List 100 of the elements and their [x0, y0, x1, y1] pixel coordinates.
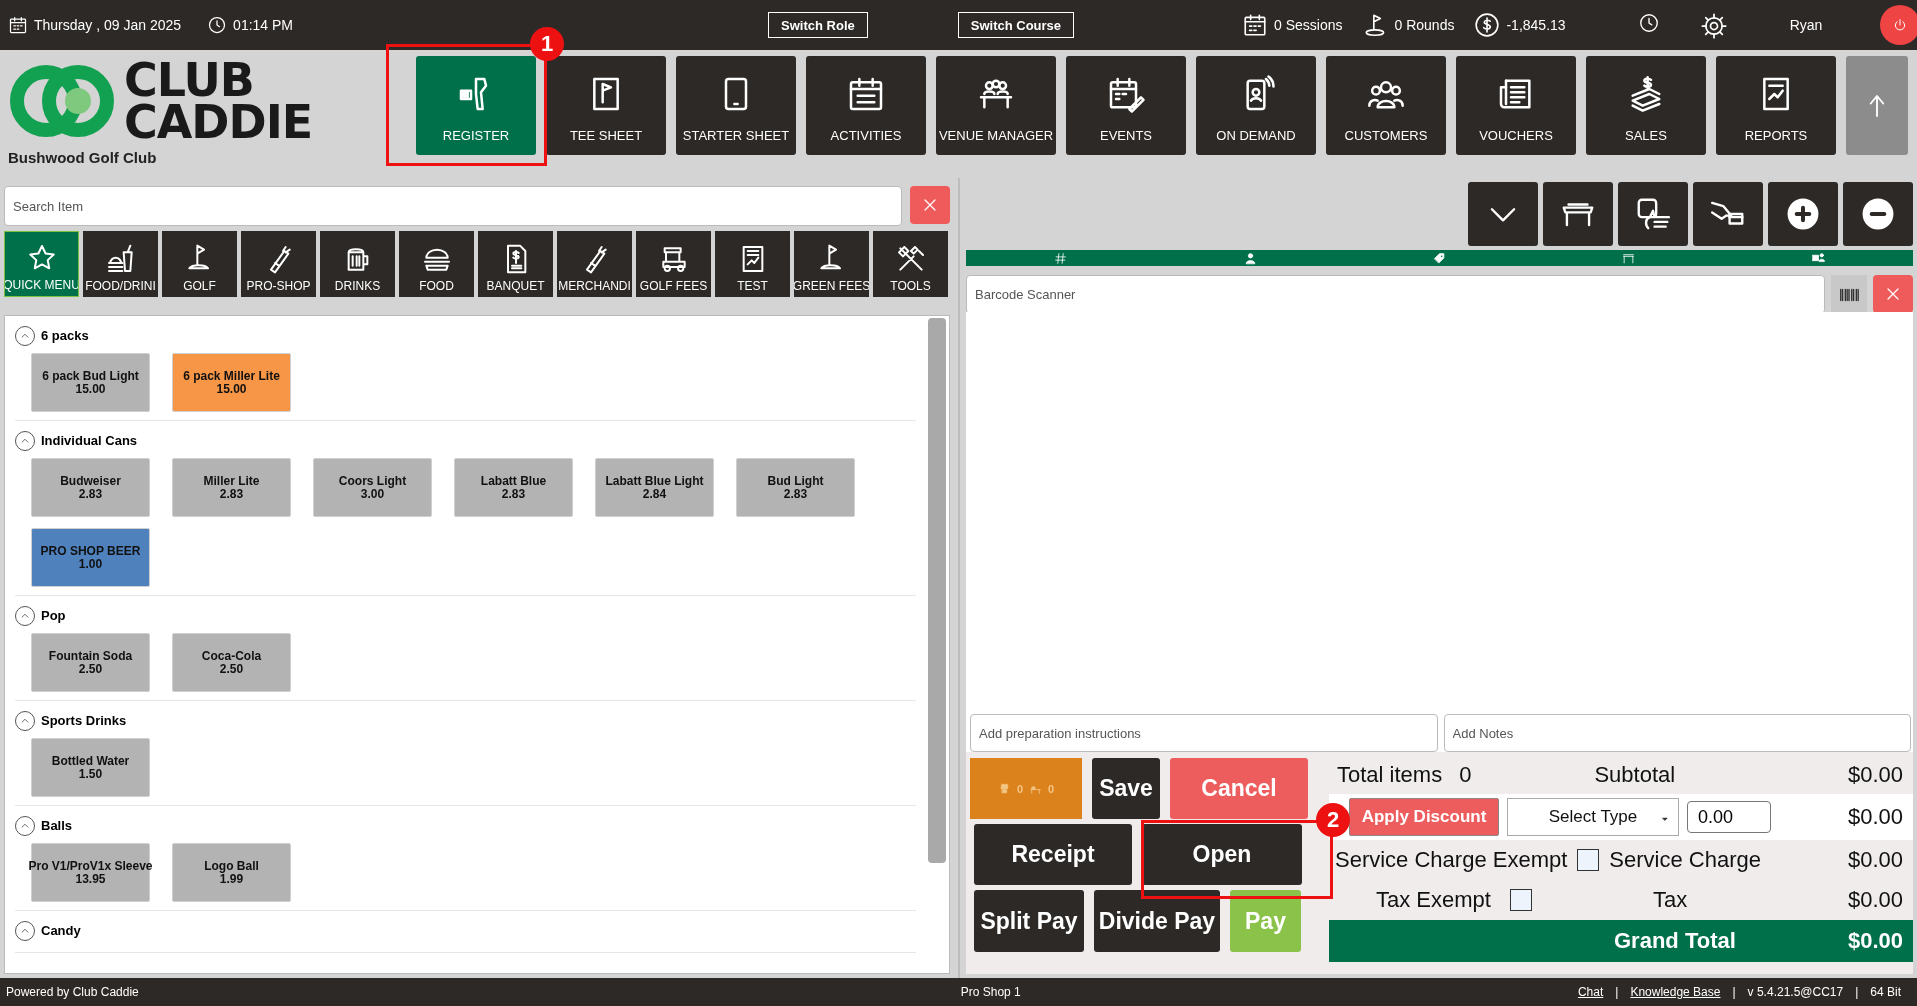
- action-button[interactable]: Split Pay: [974, 890, 1084, 952]
- clock-icon: [1637, 12, 1660, 34]
- service-charge-label: Service Charge: [1609, 847, 1761, 873]
- nav-button[interactable]: REPORTS: [1716, 56, 1836, 155]
- category-tab[interactable]: GOLF: [162, 231, 237, 297]
- logo-text: CLUB: [124, 59, 254, 101]
- total-items-label: Total items: [1337, 762, 1443, 788]
- calendar-icon: [1242, 12, 1269, 38]
- discount-field[interactable]: 0.00: [1687, 801, 1771, 833]
- product-tile[interactable]: Coca-Cola 2.50: [172, 633, 291, 692]
- service-exempt-label: Service Charge Exempt: [1335, 847, 1568, 873]
- category-tab[interactable]: GREEN FEES: [794, 231, 869, 297]
- nav-button[interactable]: SALES: [1586, 56, 1706, 155]
- discount-type-dropdown[interactable]: Select Type: [1507, 798, 1679, 836]
- action-button[interactable]: Save: [1092, 758, 1160, 819]
- nav-button[interactable]: EVENTS: [1066, 56, 1186, 155]
- product-tile[interactable]: Labatt Blue 2.83: [454, 458, 573, 517]
- product-tile[interactable]: 6 pack Miller Lite 15.00: [172, 353, 291, 412]
- clock-icon: [207, 15, 228, 35]
- toolbar-button[interactable]: [1693, 182, 1763, 246]
- barcode-field[interactable]: Barcode Scanner: [966, 275, 1825, 314]
- station-name: Pro Shop 1: [960, 985, 1021, 999]
- product-tile[interactable]: Logo Ball 1.99: [172, 843, 291, 902]
- product-tile[interactable]: Pro V1/ProV1x Sleeve 13.95: [31, 843, 150, 902]
- toolbar-button[interactable]: [1618, 182, 1688, 246]
- search-field[interactable]: Search Item: [4, 186, 902, 226]
- product-tile[interactable]: Bud Light 2.83: [736, 458, 855, 517]
- section-title: Candy: [41, 923, 81, 938]
- footer-text: 64 Bit: [1870, 985, 1901, 999]
- rounds-count: 0 Rounds: [1394, 17, 1455, 33]
- scrollbar[interactable]: [928, 318, 946, 863]
- nav-button[interactable]: ACTIVITIES: [806, 56, 926, 155]
- calendar-icon: [8, 15, 28, 35]
- dollar-icon: [1474, 12, 1501, 38]
- product-tile[interactable]: Miller Lite 2.83: [172, 458, 291, 517]
- service-charge-value: $0.00: [1847, 847, 1903, 873]
- category-tab[interactable]: TOOLS: [873, 231, 948, 297]
- action-button[interactable]: Divide Pay: [1094, 890, 1220, 952]
- powered-by-text: Powered by Club Caddie: [6, 985, 139, 999]
- action-button[interactable]: Receipt: [974, 824, 1132, 885]
- footer-link[interactable]: Chat: [1577, 985, 1604, 999]
- power-button[interactable]: [1880, 5, 1917, 45]
- nav-button[interactable]: VOUCHERS: [1456, 56, 1576, 155]
- category-tab[interactable]: FOOD/DRINI: [83, 231, 158, 297]
- logo-text: CADDIE: [124, 101, 313, 143]
- category-tab[interactable]: BANQUET: [478, 231, 553, 297]
- club-name: Bushwood Golf Club: [8, 149, 158, 166]
- nav-button[interactable]: CUSTOMERS: [1326, 56, 1446, 155]
- nav-button[interactable]: TEE SHEET: [546, 56, 666, 155]
- tax-exempt-label: Tax Exempt: [1376, 887, 1491, 913]
- settings-button[interactable]: [1699, 12, 1728, 38]
- toolbar-button[interactable]: [1843, 182, 1913, 246]
- toolbar-button[interactable]: [1768, 182, 1838, 246]
- action-button[interactable]: Open: [1142, 824, 1302, 885]
- checkbox[interactable]: [1577, 849, 1600, 871]
- time-text: 01:14 PM: [233, 17, 294, 33]
- switch-button[interactable]: Switch Course: [957, 12, 1075, 38]
- category-tab[interactable]: PRO-SHOP: [241, 231, 316, 297]
- tax-label: Tax: [1652, 887, 1688, 913]
- date-text: Thursday , 09 Jan 2025: [34, 17, 182, 33]
- section-title: Balls: [41, 818, 73, 833]
- subtotal-value: $0.00: [1847, 762, 1903, 788]
- product-tile[interactable]: Labatt Blue Light 2.84: [595, 458, 714, 517]
- toolbar-button[interactable]: [1543, 182, 1613, 246]
- grand-total-value: $0.00: [1847, 928, 1903, 954]
- subtotal-label: Subtotal: [1594, 762, 1676, 788]
- total-items-count: 0: [1459, 762, 1472, 788]
- wallet-person-icon: [1811, 251, 1825, 265]
- product-tile[interactable]: Fountain Soda 2.50: [31, 633, 150, 692]
- notes-field[interactable]: Add Notes: [1443, 714, 1911, 752]
- category-tab[interactable]: DRINKS: [320, 231, 395, 297]
- counter-panel: 0 0: [970, 758, 1082, 819]
- logo-rings-icon: [8, 62, 116, 140]
- hash-icon: [1054, 251, 1068, 265]
- tax-value: $0.00: [1847, 887, 1903, 913]
- category-tab[interactable]: TEST: [715, 231, 790, 297]
- person-icon: [1243, 251, 1257, 265]
- preparation-field[interactable]: Add preparation instructions: [970, 714, 1438, 752]
- product-tile[interactable]: PRO SHOP BEER 1.00: [31, 528, 150, 587]
- category-tab[interactable]: MERCHANDI: [557, 231, 632, 297]
- nav-button[interactable]: STARTER SHEET: [676, 56, 796, 155]
- barcode-button[interactable]: [1831, 275, 1867, 314]
- settings-icon: [1699, 12, 1728, 40]
- section-title: Individual Cans: [41, 433, 138, 448]
- checkbox[interactable]: [1509, 889, 1532, 911]
- product-tile[interactable]: Budweiser 2.83: [31, 458, 150, 517]
- nav-button[interactable]: ON DEMAND: [1196, 56, 1316, 155]
- switch-button[interactable]: Switch Role: [768, 12, 868, 38]
- grand-total-label: Grand Total: [1614, 928, 1736, 954]
- footer-link[interactable]: Knowledge Base: [1630, 985, 1721, 999]
- clear-button[interactable]: [1873, 275, 1913, 313]
- nav-button[interactable]: REGISTER: [416, 56, 536, 155]
- category-tab[interactable]: FOOD: [399, 231, 474, 297]
- product-tile[interactable]: Bottled Water 1.50: [31, 738, 150, 797]
- nav-button[interactable]: VENUE MANAGER: [936, 56, 1056, 155]
- section-title: Sports Drinks: [41, 713, 127, 728]
- category-tab[interactable]: GOLF FEES: [636, 231, 711, 297]
- balance-text: -1,845.13: [1506, 17, 1566, 33]
- product-tile[interactable]: Coors Light 3.00: [313, 458, 432, 517]
- product-tile[interactable]: 6 pack Bud Light 15.00: [31, 353, 150, 412]
